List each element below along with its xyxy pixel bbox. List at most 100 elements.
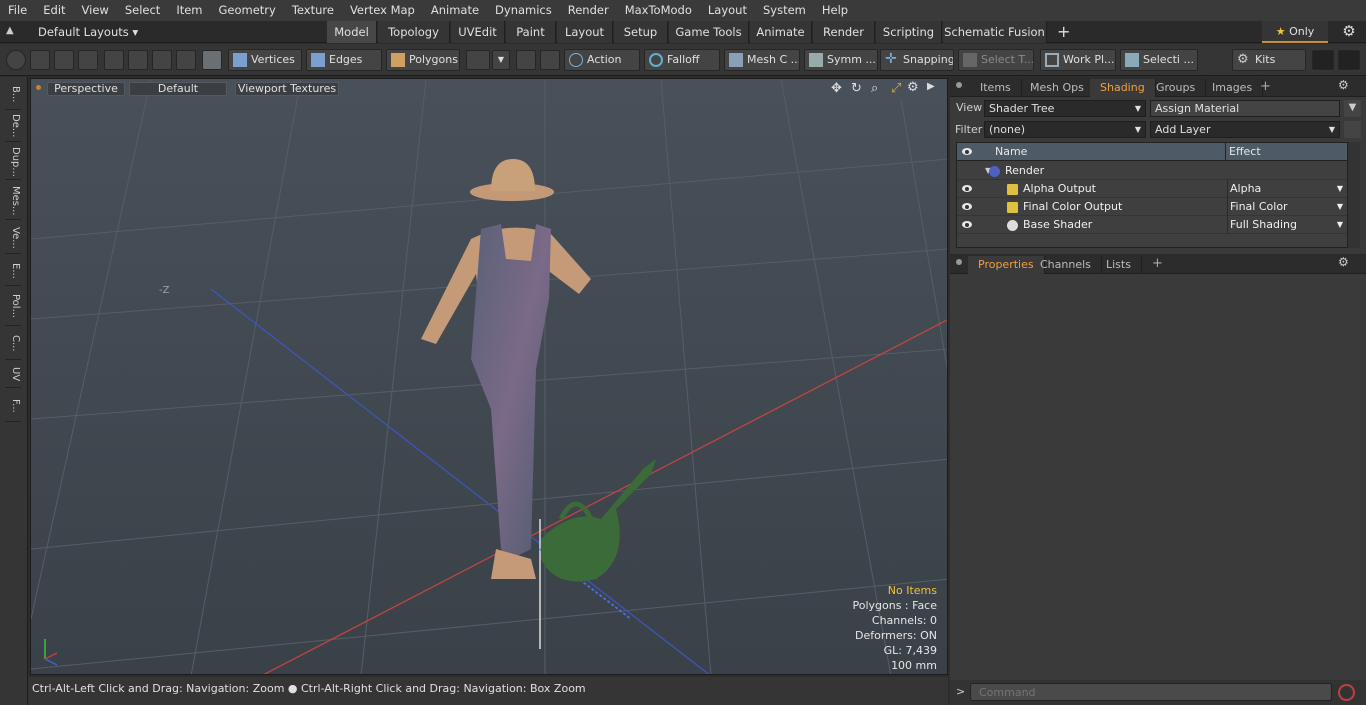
menu-item-geometry[interactable]: Geometry [211, 0, 284, 21]
panel-tab-mesh-ops[interactable]: Mesh Ops [1020, 79, 1095, 97]
add-layer-dropdown[interactable]: Add Layer ▼ [1150, 121, 1340, 138]
side-tab-6[interactable]: Pol... [5, 288, 21, 326]
viewport-dot-icon[interactable] [36, 85, 41, 90]
layouts-dropdown[interactable]: Default Layouts ▾ [38, 21, 138, 43]
add-lower-tab-icon[interactable]: + [1152, 256, 1163, 271]
side-tab-5[interactable]: E... [5, 256, 21, 286]
add-panel-tab-icon[interactable]: + [1260, 79, 1271, 94]
falloff-button[interactable]: Falloff [644, 49, 720, 71]
mode-tab-schematic-fusion[interactable]: Schematic Fusion [943, 21, 1047, 43]
kits-button[interactable]: ⚙ Kits [1232, 49, 1306, 71]
selection-sets-button[interactable]: Selecti ... [1120, 49, 1198, 71]
orbit-icon[interactable]: ↻ [851, 81, 862, 96]
filter-icon[interactable]: ▼ [1344, 100, 1361, 117]
side-tab-3[interactable]: Mes... [5, 182, 21, 220]
snapping-button[interactable]: ✛ Snapping [880, 49, 954, 71]
zoom-icon[interactable]: ⌕ [871, 81, 878, 96]
menu-item-vertex-map[interactable]: Vertex Map [342, 0, 423, 21]
edges-button[interactable]: Edges [306, 49, 382, 71]
tree-scrollbar[interactable] [1348, 142, 1360, 248]
visibility-eye-icon[interactable] [962, 185, 972, 192]
effect-dropdown[interactable]: Final Color ▼ [1227, 198, 1347, 216]
symmetry-button[interactable]: Symm ... [804, 49, 878, 71]
mode-tab-animate[interactable]: Animate [750, 21, 812, 43]
shader-row[interactable]: Alpha Output Alpha ▼ [957, 180, 1347, 198]
lower-panel-gear-icon[interactable]: ⚙ [1338, 255, 1349, 269]
only-toggle[interactable]: ★ Only [1262, 21, 1328, 43]
mode-tab-scripting[interactable]: Scripting [876, 21, 942, 43]
rotate-icon[interactable] [176, 50, 196, 70]
panel-tab-images[interactable]: Images [1202, 79, 1264, 97]
effect-dropdown[interactable]: Full Shading ▼ [1227, 216, 1347, 234]
select-through-button[interactable]: Select T... [958, 49, 1034, 71]
polygons-button[interactable]: Polygons [386, 49, 460, 71]
menu-item-help[interactable]: Help [814, 0, 856, 21]
unity-icon[interactable] [1312, 50, 1334, 70]
material-mode-icon[interactable] [466, 50, 490, 70]
filter-dropdown[interactable]: (none) ▼ [984, 121, 1146, 138]
side-tab-7[interactable]: C... [5, 328, 21, 360]
menu-item-maxtomodo[interactable]: MaxToModo [617, 0, 700, 21]
menu-item-layout[interactable]: Layout [700, 0, 755, 21]
mode-tab-setup[interactable]: Setup [614, 21, 668, 43]
viewport-gear-icon[interactable]: ⚙ [907, 80, 919, 95]
perspective-button[interactable]: Perspective [47, 82, 125, 96]
globe-icon[interactable] [30, 50, 50, 70]
lasso-icon[interactable] [54, 50, 74, 70]
scale-icon[interactable] [152, 50, 172, 70]
lower-tab-channels[interactable]: Channels [1030, 256, 1102, 274]
visibility-eye-icon[interactable] [962, 203, 972, 210]
side-tab-8[interactable]: UV [5, 362, 21, 388]
panel-dot-icon[interactable] [956, 82, 962, 88]
name-column-header[interactable]: Name [995, 145, 1027, 158]
shader-row[interactable]: Final Color Output Final Color ▼ [957, 198, 1347, 216]
work-plane-button[interactable]: Work Pl... [1040, 49, 1116, 71]
effect-column-header[interactable]: Effect [1225, 143, 1261, 161]
pan-icon[interactable]: ✥ [831, 81, 842, 96]
shader-row[interactable]: Base Shader Full Shading ▼ [957, 216, 1347, 234]
mode-tab-layout[interactable]: Layout [557, 21, 613, 43]
lower-tab-lists[interactable]: Lists [1096, 256, 1142, 274]
mode-tab-topology[interactable]: Topology [378, 21, 450, 43]
chevron-down-icon[interactable]: ▼ [492, 50, 510, 70]
add-tab-button[interactable]: + [1057, 21, 1071, 43]
3d-viewport[interactable]: -Z Perspective Default Viewport Textures… [30, 78, 948, 675]
menu-item-system[interactable]: System [755, 0, 814, 21]
symmetry-y-icon[interactable] [540, 50, 560, 70]
brush-icon[interactable] [78, 50, 98, 70]
transform-icon[interactable] [104, 50, 124, 70]
menu-item-dynamics[interactable]: Dynamics [487, 0, 560, 21]
shader-row[interactable]: ▼Render [957, 162, 1347, 180]
panel-tab-groups[interactable]: Groups [1146, 79, 1207, 97]
viewport-textures-button[interactable]: Viewport Textures [235, 82, 339, 96]
mode-tab-paint[interactable]: Paint [506, 21, 556, 43]
symmetry-x-icon[interactable] [516, 50, 536, 70]
circle-select-icon[interactable] [6, 50, 26, 70]
menu-item-file[interactable]: File [0, 0, 35, 21]
panel-dot-icon[interactable] [956, 259, 962, 265]
view-dropdown[interactable]: Shader Tree ▼ [984, 100, 1146, 117]
side-tab-1[interactable]: De... [5, 110, 21, 142]
item-mode-icon[interactable] [202, 50, 222, 70]
list-options-icon[interactable] [1344, 121, 1361, 138]
move-icon[interactable] [128, 50, 148, 70]
assign-material-button[interactable]: Assign Material [1150, 100, 1340, 117]
side-tab-9[interactable]: F... [5, 390, 21, 422]
layout-toggle-icon[interactable]: ▲ [6, 25, 20, 39]
visibility-eye-icon[interactable] [962, 221, 972, 228]
shading-mode-button[interactable]: Default [129, 82, 227, 96]
panel-tab-items[interactable]: Items [970, 79, 1022, 97]
panel-gear-icon[interactable]: ⚙ [1338, 78, 1349, 92]
effect-dropdown[interactable]: Alpha ▼ [1227, 180, 1347, 198]
menu-item-select[interactable]: Select [117, 0, 168, 21]
mode-tab-render[interactable]: Render [813, 21, 875, 43]
side-tab-4[interactable]: Ve... [5, 222, 21, 254]
mode-tab-game-tools[interactable]: Game Tools [669, 21, 749, 43]
mode-tab-model[interactable]: Model [327, 21, 377, 43]
command-input[interactable] [970, 683, 1332, 701]
menu-item-render[interactable]: Render [560, 0, 617, 21]
mode-tab-uvedit[interactable]: UVEdit [451, 21, 505, 43]
vertices-button[interactable]: Vertices [228, 49, 302, 71]
menu-item-texture[interactable]: Texture [284, 0, 342, 21]
maximize-icon[interactable]: ⤢ [891, 81, 901, 96]
